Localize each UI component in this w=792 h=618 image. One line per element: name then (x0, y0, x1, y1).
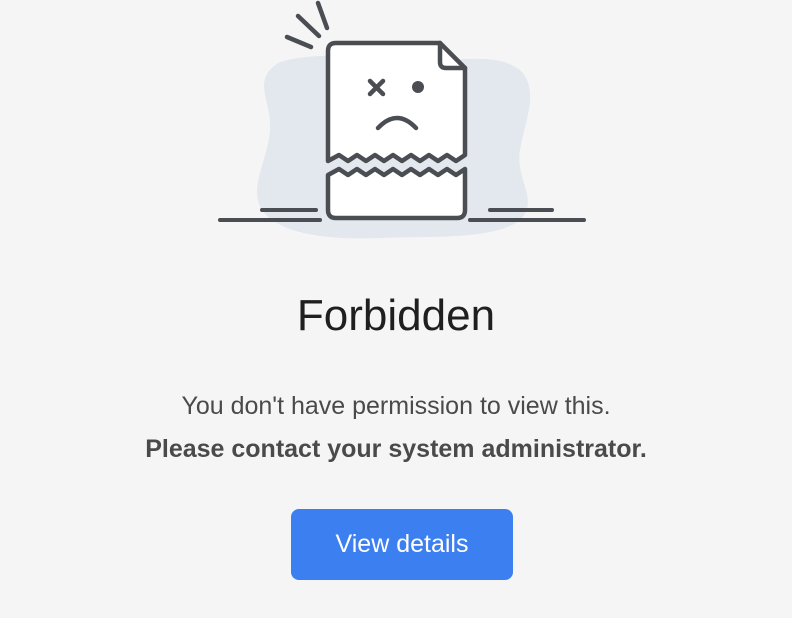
error-message: You don't have permission to view this. (181, 392, 611, 420)
eye-dot (412, 81, 424, 93)
torn-document-icon (325, 40, 468, 221)
error-instruction: Please contact your system administrator… (145, 435, 647, 463)
view-details-button[interactable]: View details (291, 509, 513, 580)
error-title: Forbidden (296, 291, 496, 340)
impact-lines-icon (284, 0, 330, 50)
forbidden-page: Forbidden You don't have permission to v… (0, 0, 792, 618)
forbidden-illustration (218, 0, 586, 239)
